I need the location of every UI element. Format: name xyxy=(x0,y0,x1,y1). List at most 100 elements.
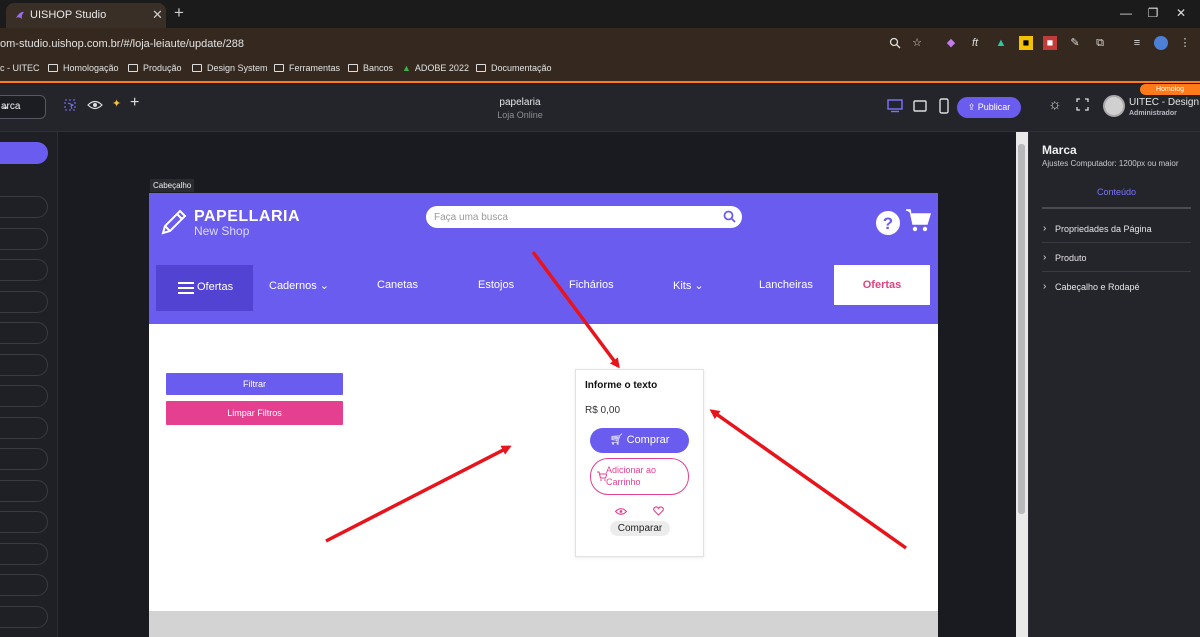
extension-icon-5[interactable]: ◼ xyxy=(1043,36,1057,50)
browser-tabbar: UISHOP Studio ✕ + — ❐ ✕ xyxy=(0,0,1200,28)
sidebar-item[interactable] xyxy=(0,228,48,250)
sidebar-item[interactable] xyxy=(0,385,48,407)
component-select[interactable]: arca ⌄ xyxy=(0,95,46,119)
user-role: Administrador xyxy=(1129,110,1177,117)
bookmark-documentacao[interactable]: Documentação xyxy=(476,63,552,73)
search-icon[interactable] xyxy=(723,210,736,223)
extension-icon-2[interactable]: ft xyxy=(968,36,982,50)
uishop-logo-icon xyxy=(16,11,24,19)
product-card[interactable]: Informe o texto R$ 0,00 🛒︎ Comprar Adici… xyxy=(575,369,704,557)
browser-tab[interactable]: UISHOP Studio ✕ xyxy=(6,3,166,28)
select-icon[interactable] xyxy=(64,99,76,111)
folder-icon xyxy=(128,64,138,72)
eyedropper-icon[interactable]: ✎ xyxy=(1068,36,1082,50)
nav-item-estojos[interactable]: Estojos xyxy=(478,279,514,291)
section-propriedades-pagina[interactable]: › Propriedades da Página xyxy=(1042,215,1191,243)
tab-conteudo[interactable]: Conteúdo xyxy=(1042,187,1191,197)
help-icon[interactable]: ? xyxy=(876,211,900,235)
nav-item-kits[interactable]: Kits ⌄ xyxy=(673,279,704,292)
adobe-icon: ▲ xyxy=(402,63,411,73)
section-cabecalho-rodape[interactable]: › Cabeçalho e Rodapé xyxy=(1042,273,1191,301)
filter-button[interactable]: Filtrar xyxy=(166,373,343,395)
panel-subtitle: Ajustes Computador: 1200px ou maior xyxy=(1042,159,1179,168)
sidebar-item[interactable] xyxy=(0,259,48,281)
search-bar[interactable] xyxy=(426,206,742,228)
canvas-scrollbar-thumb[interactable] xyxy=(1018,144,1025,514)
sidebar-item[interactable] xyxy=(0,354,48,376)
desktop-view-icon[interactable] xyxy=(887,99,903,113)
environment-badge: Homolog xyxy=(1140,84,1200,95)
minimize-icon[interactable]: — xyxy=(1119,6,1133,20)
star-icon[interactable]: ☆ xyxy=(910,36,924,50)
sidebar-item-active[interactable] xyxy=(0,142,48,164)
avatar[interactable] xyxy=(1103,95,1125,117)
compare-button[interactable]: Comparar xyxy=(610,521,670,536)
new-tab-button[interactable]: + xyxy=(174,3,184,23)
nav-menu-label: Ofertas xyxy=(197,281,234,293)
bookmark-uitec[interactable]: c - UITEC xyxy=(0,63,40,73)
sidebar-item[interactable] xyxy=(0,448,48,470)
bookmark-bancos[interactable]: Bancos xyxy=(348,63,393,73)
section-produto[interactable]: › Produto xyxy=(1042,244,1191,272)
bookmark-adobe[interactable]: ▲ ADOBE 2022 xyxy=(402,63,469,73)
chevron-right-icon: › xyxy=(1043,223,1047,234)
sidebar-item[interactable] xyxy=(0,291,48,313)
mobile-view-icon[interactable] xyxy=(939,98,949,114)
buy-button[interactable]: 🛒︎ Comprar xyxy=(590,428,689,453)
sidebar-item[interactable] xyxy=(0,480,48,502)
bookmark-ferramentas[interactable]: Ferramentas xyxy=(274,63,340,73)
logo-subtitle: New Shop xyxy=(194,224,250,238)
sidebar-item[interactable] xyxy=(0,606,48,628)
sidebar-item[interactable] xyxy=(0,322,48,344)
playlist-icon[interactable]: ≡ xyxy=(1130,36,1144,50)
url-field[interactable]: om-studio.uishop.com.br/#/loja-leiaute/u… xyxy=(0,38,244,50)
theme-sun-icon[interactable]: ☼ xyxy=(1048,96,1062,113)
hamburger-icon xyxy=(178,282,194,284)
extension-icon-1[interactable]: ◆ xyxy=(944,36,958,50)
extension-icon-4[interactable]: ◼ xyxy=(1019,36,1033,50)
tab-title: UISHOP Studio xyxy=(30,9,107,21)
bookmark-homologacao[interactable]: Homologação xyxy=(48,63,119,73)
tab-underline xyxy=(1042,207,1191,209)
nav-item-fichario[interactable]: Fichários xyxy=(569,279,614,291)
nav-item-canetas[interactable]: Canetas xyxy=(377,279,418,291)
publish-button[interactable]: ⇪ Publicar xyxy=(957,97,1021,118)
chevron-down-icon: ⌄ xyxy=(319,280,329,292)
sidebar-item[interactable] xyxy=(0,574,48,596)
menu-icon[interactable]: ⋮ xyxy=(1178,36,1192,50)
bookmark-design-system[interactable]: Design System xyxy=(192,63,268,73)
sidebar-item[interactable] xyxy=(0,417,48,439)
site-header[interactable]: PAPELLARIA New Shop ? Ofertas Cadernos ⌄… xyxy=(149,193,938,324)
extensions-icon[interactable]: ⧉ xyxy=(1093,36,1107,50)
quick-view-eye-icon[interactable] xyxy=(615,507,627,516)
nav-item-cadernos[interactable]: Cadernos ⌄ xyxy=(269,279,329,292)
clear-filters-button[interactable]: Limpar Filtros xyxy=(166,401,343,425)
zoom-icon[interactable] xyxy=(889,37,901,49)
favorite-heart-icon[interactable] xyxy=(653,506,664,516)
nav-item-ofertas[interactable]: Ofertas xyxy=(834,265,930,305)
bookmark-producao[interactable]: Produção xyxy=(128,63,182,73)
fullscreen-icon[interactable] xyxy=(1076,98,1089,111)
sparkle-icon[interactable]: ✦ xyxy=(112,97,121,110)
chevron-right-icon: › xyxy=(1043,281,1047,292)
svg-text:?: ? xyxy=(883,214,893,233)
nav-item-lancheiras[interactable]: Lancheiras xyxy=(759,279,813,291)
search-input[interactable] xyxy=(434,209,714,225)
add-icon[interactable]: + xyxy=(130,94,139,112)
maximize-icon[interactable]: ❐ xyxy=(1146,6,1160,20)
sidebar-item[interactable] xyxy=(0,196,48,218)
extension-icon-3[interactable]: ▲ xyxy=(994,36,1008,50)
tablet-view-icon[interactable] xyxy=(913,99,927,113)
nav-menu-button[interactable]: Ofertas xyxy=(156,265,253,311)
cart-icon[interactable] xyxy=(905,208,931,232)
close-tab-icon[interactable]: ✕ xyxy=(152,7,163,23)
add-to-cart-label: Adicionar ao Carrinho xyxy=(606,465,657,487)
sidebar-item[interactable] xyxy=(0,543,48,565)
left-sidebar xyxy=(0,132,58,637)
preview-eye-icon[interactable] xyxy=(87,99,103,111)
close-window-icon[interactable]: ✕ xyxy=(1174,6,1188,20)
add-to-cart-button[interactable]: Adicionar ao Carrinho xyxy=(590,458,689,495)
site-footer xyxy=(149,611,938,637)
profile-icon[interactable] xyxy=(1154,36,1168,50)
sidebar-item[interactable] xyxy=(0,511,48,533)
